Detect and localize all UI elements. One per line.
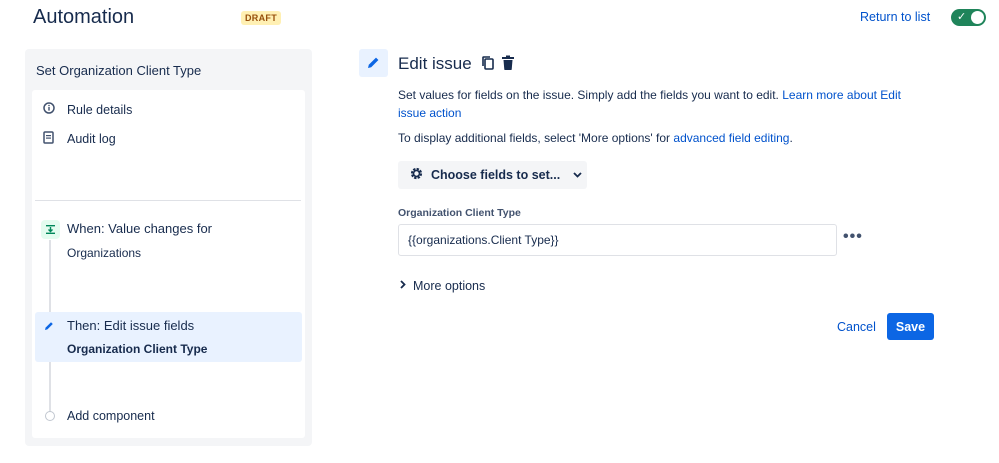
action-title: Then: Edit issue fields — [67, 318, 195, 333]
advanced-field-editing-link[interactable]: advanced field editing — [673, 131, 789, 145]
info-icon — [42, 102, 55, 117]
rule-name: Set Organization Client Type — [36, 63, 202, 78]
description-text: Set values for fields on the issue. Simp… — [398, 88, 783, 102]
choose-fields-label: Choose fields to set... — [431, 168, 561, 182]
field-more-actions-icon[interactable]: ••• — [843, 228, 863, 246]
chevron-right-icon — [400, 280, 406, 292]
action-heading: Edit issue — [398, 54, 472, 73]
sidebar-item-label: Rule details — [67, 102, 133, 117]
sidebar-divider — [35, 200, 301, 201]
page-title: Automation — [33, 6, 135, 28]
more-options-toggle[interactable]: More options — [400, 279, 485, 293]
choose-fields-button[interactable]: Choose fields to set... — [398, 161, 587, 189]
add-component-button[interactable]: Add component — [67, 409, 155, 423]
copy-icon[interactable] — [481, 55, 495, 76]
sidebar-item-label: Audit log — [67, 132, 116, 146]
return-to-list-link[interactable]: Return to list — [860, 10, 930, 24]
rule-sidebar: Set Organization Client Type Rule detail… — [25, 49, 312, 446]
pencil-icon — [43, 319, 57, 333]
add-component-dot-icon — [45, 411, 55, 421]
additional-fields-hint: To display additional fields, select 'Mo… — [398, 131, 793, 145]
save-button[interactable]: Save — [887, 313, 934, 340]
action-description: Set values for fields on the issue. Simp… — [398, 86, 928, 122]
more-options-label: More options — [413, 279, 486, 293]
chevron-down-icon — [573, 170, 582, 181]
sidebar-item-audit-log[interactable]: Audit log — [42, 131, 116, 147]
check-icon: ✓ — [957, 11, 967, 23]
trigger-title[interactable]: When: Value changes for — [67, 221, 212, 236]
status-badge: DRAFT — [241, 11, 281, 25]
trash-icon[interactable] — [501, 55, 515, 76]
toggle-knob — [971, 11, 984, 24]
hint-suffix: . — [789, 131, 793, 145]
edit-issue-icon — [359, 49, 388, 77]
document-icon — [42, 131, 55, 147]
action-subtitle: Organization Client Type — [67, 342, 208, 356]
gear-icon — [409, 166, 424, 184]
sidebar-item-rule-details[interactable]: Rule details — [42, 102, 132, 117]
trigger-icon — [41, 220, 60, 239]
field-label: Organization Client Type — [398, 207, 521, 219]
organization-client-type-field[interactable]: {{organizations.Client Type}} — [398, 224, 837, 256]
cancel-button[interactable]: Cancel — [829, 314, 884, 340]
rule-components-list: Rule details Audit log When: Value chang… — [32, 90, 305, 438]
hint-text: To display additional fields, select 'Mo… — [398, 131, 674, 145]
action-component-selected[interactable]: Then: Edit issue fields Organization Cli… — [35, 312, 302, 362]
rule-enabled-toggle[interactable]: ✓ — [951, 9, 986, 26]
trigger-subtitle: Organizations — [67, 246, 142, 260]
